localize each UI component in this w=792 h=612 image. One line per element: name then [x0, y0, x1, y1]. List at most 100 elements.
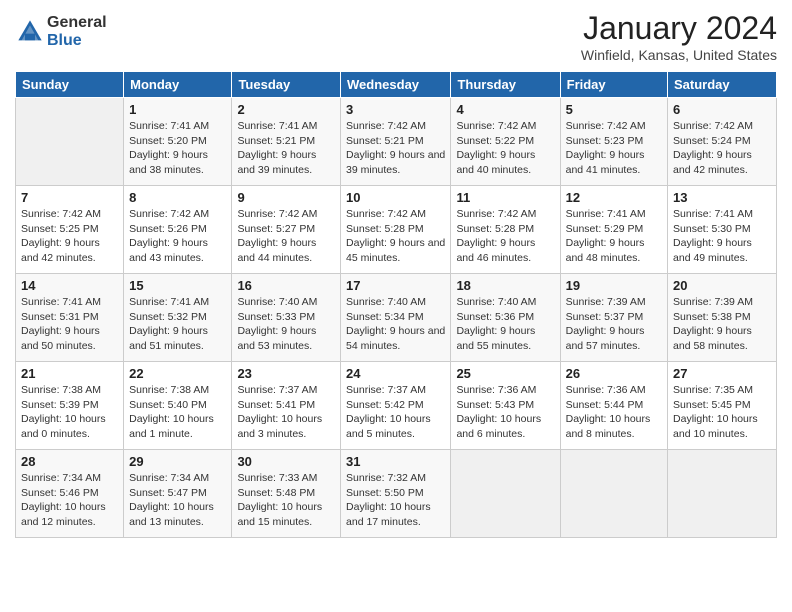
day-info: Sunrise: 7:40 AMSunset: 5:36 PMDaylight:…: [456, 296, 536, 352]
day-number: 9: [237, 190, 335, 205]
calendar-cell: 6 Sunrise: 7:42 AMSunset: 5:24 PMDayligh…: [668, 98, 777, 186]
day-number: 27: [673, 366, 771, 381]
day-number: 29: [129, 454, 226, 469]
calendar-cell: 29 Sunrise: 7:34 AMSunset: 5:47 PMDaylig…: [124, 450, 232, 538]
day-number: 1: [129, 102, 226, 117]
day-info: Sunrise: 7:41 AMSunset: 5:21 PMDaylight:…: [237, 120, 317, 176]
day-number: 14: [21, 278, 118, 293]
day-number: 23: [237, 366, 335, 381]
day-number: 21: [21, 366, 118, 381]
day-info: Sunrise: 7:41 AMSunset: 5:31 PMDaylight:…: [21, 296, 101, 352]
calendar-cell: 15 Sunrise: 7:41 AMSunset: 5:32 PMDaylig…: [124, 274, 232, 362]
page: General Blue January 2024 Winfield, Kans…: [0, 0, 792, 612]
calendar-cell: [668, 450, 777, 538]
calendar-cell: 24 Sunrise: 7:37 AMSunset: 5:42 PMDaylig…: [341, 362, 451, 450]
calendar-cell: 13 Sunrise: 7:41 AMSunset: 5:30 PMDaylig…: [668, 186, 777, 274]
day-info: Sunrise: 7:40 AMSunset: 5:33 PMDaylight:…: [237, 296, 317, 352]
day-info: Sunrise: 7:39 AMSunset: 5:37 PMDaylight:…: [566, 296, 646, 352]
day-info: Sunrise: 7:42 AMSunset: 5:28 PMDaylight:…: [456, 208, 536, 264]
day-number: 15: [129, 278, 226, 293]
day-number: 18: [456, 278, 554, 293]
col-saturday: Saturday: [668, 72, 777, 98]
day-info: Sunrise: 7:41 AMSunset: 5:29 PMDaylight:…: [566, 208, 646, 264]
day-number: 7: [21, 190, 118, 205]
calendar-cell: 27 Sunrise: 7:35 AMSunset: 5:45 PMDaylig…: [668, 362, 777, 450]
calendar-cell: 7 Sunrise: 7:42 AMSunset: 5:25 PMDayligh…: [16, 186, 124, 274]
day-number: 16: [237, 278, 335, 293]
day-number: 22: [129, 366, 226, 381]
day-info: Sunrise: 7:42 AMSunset: 5:23 PMDaylight:…: [566, 120, 646, 176]
calendar-cell: 18 Sunrise: 7:40 AMSunset: 5:36 PMDaylig…: [451, 274, 560, 362]
day-number: 28: [21, 454, 118, 469]
day-info: Sunrise: 7:42 AMSunset: 5:28 PMDaylight:…: [346, 208, 445, 264]
day-number: 31: [346, 454, 445, 469]
col-monday: Monday: [124, 72, 232, 98]
day-info: Sunrise: 7:41 AMSunset: 5:20 PMDaylight:…: [129, 120, 209, 176]
calendar-cell: 11 Sunrise: 7:42 AMSunset: 5:28 PMDaylig…: [451, 186, 560, 274]
calendar-cell: 10 Sunrise: 7:42 AMSunset: 5:28 PMDaylig…: [341, 186, 451, 274]
day-info: Sunrise: 7:34 AMSunset: 5:47 PMDaylight:…: [129, 472, 214, 528]
col-sunday: Sunday: [16, 72, 124, 98]
calendar-cell: 20 Sunrise: 7:39 AMSunset: 5:38 PMDaylig…: [668, 274, 777, 362]
logo-text: General Blue: [47, 14, 107, 49]
logo-blue: Blue: [47, 32, 107, 50]
calendar-cell: [451, 450, 560, 538]
logo-icon: [15, 17, 45, 47]
logo: General Blue: [15, 14, 107, 49]
day-info: Sunrise: 7:33 AMSunset: 5:48 PMDaylight:…: [237, 472, 322, 528]
calendar-cell: [560, 450, 667, 538]
col-thursday: Thursday: [451, 72, 560, 98]
day-info: Sunrise: 7:35 AMSunset: 5:45 PMDaylight:…: [673, 384, 758, 440]
calendar-cell: 25 Sunrise: 7:36 AMSunset: 5:43 PMDaylig…: [451, 362, 560, 450]
day-info: Sunrise: 7:38 AMSunset: 5:40 PMDaylight:…: [129, 384, 214, 440]
calendar-cell: 3 Sunrise: 7:42 AMSunset: 5:21 PMDayligh…: [341, 98, 451, 186]
calendar-cell: 16 Sunrise: 7:40 AMSunset: 5:33 PMDaylig…: [232, 274, 341, 362]
day-number: 17: [346, 278, 445, 293]
day-number: 8: [129, 190, 226, 205]
calendar-cell: 14 Sunrise: 7:41 AMSunset: 5:31 PMDaylig…: [16, 274, 124, 362]
col-tuesday: Tuesday: [232, 72, 341, 98]
day-number: 11: [456, 190, 554, 205]
calendar-cell: 17 Sunrise: 7:40 AMSunset: 5:34 PMDaylig…: [341, 274, 451, 362]
day-info: Sunrise: 7:36 AMSunset: 5:43 PMDaylight:…: [456, 384, 541, 440]
day-info: Sunrise: 7:41 AMSunset: 5:30 PMDaylight:…: [673, 208, 753, 264]
calendar-cell: 21 Sunrise: 7:38 AMSunset: 5:39 PMDaylig…: [16, 362, 124, 450]
calendar-header-row: Sunday Monday Tuesday Wednesday Thursday…: [16, 72, 777, 98]
day-number: 5: [566, 102, 662, 117]
day-info: Sunrise: 7:36 AMSunset: 5:44 PMDaylight:…: [566, 384, 651, 440]
calendar-cell: 2 Sunrise: 7:41 AMSunset: 5:21 PMDayligh…: [232, 98, 341, 186]
day-number: 4: [456, 102, 554, 117]
day-info: Sunrise: 7:42 AMSunset: 5:21 PMDaylight:…: [346, 120, 445, 176]
calendar-week-0: 1 Sunrise: 7:41 AMSunset: 5:20 PMDayligh…: [16, 98, 777, 186]
calendar-week-2: 14 Sunrise: 7:41 AMSunset: 5:31 PMDaylig…: [16, 274, 777, 362]
logo-general: General: [47, 14, 107, 32]
day-number: 6: [673, 102, 771, 117]
calendar-cell: 8 Sunrise: 7:42 AMSunset: 5:26 PMDayligh…: [124, 186, 232, 274]
calendar-cell: 31 Sunrise: 7:32 AMSunset: 5:50 PMDaylig…: [341, 450, 451, 538]
day-info: Sunrise: 7:39 AMSunset: 5:38 PMDaylight:…: [673, 296, 753, 352]
calendar-cell: 1 Sunrise: 7:41 AMSunset: 5:20 PMDayligh…: [124, 98, 232, 186]
calendar-cell: 4 Sunrise: 7:42 AMSunset: 5:22 PMDayligh…: [451, 98, 560, 186]
day-info: Sunrise: 7:37 AMSunset: 5:41 PMDaylight:…: [237, 384, 322, 440]
day-info: Sunrise: 7:41 AMSunset: 5:32 PMDaylight:…: [129, 296, 209, 352]
header: General Blue January 2024 Winfield, Kans…: [15, 10, 777, 63]
calendar-cell: 12 Sunrise: 7:41 AMSunset: 5:29 PMDaylig…: [560, 186, 667, 274]
calendar-cell: 5 Sunrise: 7:42 AMSunset: 5:23 PMDayligh…: [560, 98, 667, 186]
day-number: 10: [346, 190, 445, 205]
day-number: 24: [346, 366, 445, 381]
day-number: 2: [237, 102, 335, 117]
day-number: 30: [237, 454, 335, 469]
day-info: Sunrise: 7:42 AMSunset: 5:25 PMDaylight:…: [21, 208, 101, 264]
day-info: Sunrise: 7:32 AMSunset: 5:50 PMDaylight:…: [346, 472, 431, 528]
calendar-cell: 22 Sunrise: 7:38 AMSunset: 5:40 PMDaylig…: [124, 362, 232, 450]
calendar-week-1: 7 Sunrise: 7:42 AMSunset: 5:25 PMDayligh…: [16, 186, 777, 274]
calendar-week-4: 28 Sunrise: 7:34 AMSunset: 5:46 PMDaylig…: [16, 450, 777, 538]
day-number: 19: [566, 278, 662, 293]
day-number: 25: [456, 366, 554, 381]
day-info: Sunrise: 7:42 AMSunset: 5:22 PMDaylight:…: [456, 120, 536, 176]
calendar-cell: 9 Sunrise: 7:42 AMSunset: 5:27 PMDayligh…: [232, 186, 341, 274]
col-wednesday: Wednesday: [341, 72, 451, 98]
day-info: Sunrise: 7:34 AMSunset: 5:46 PMDaylight:…: [21, 472, 106, 528]
day-info: Sunrise: 7:37 AMSunset: 5:42 PMDaylight:…: [346, 384, 431, 440]
calendar-cell: 28 Sunrise: 7:34 AMSunset: 5:46 PMDaylig…: [16, 450, 124, 538]
